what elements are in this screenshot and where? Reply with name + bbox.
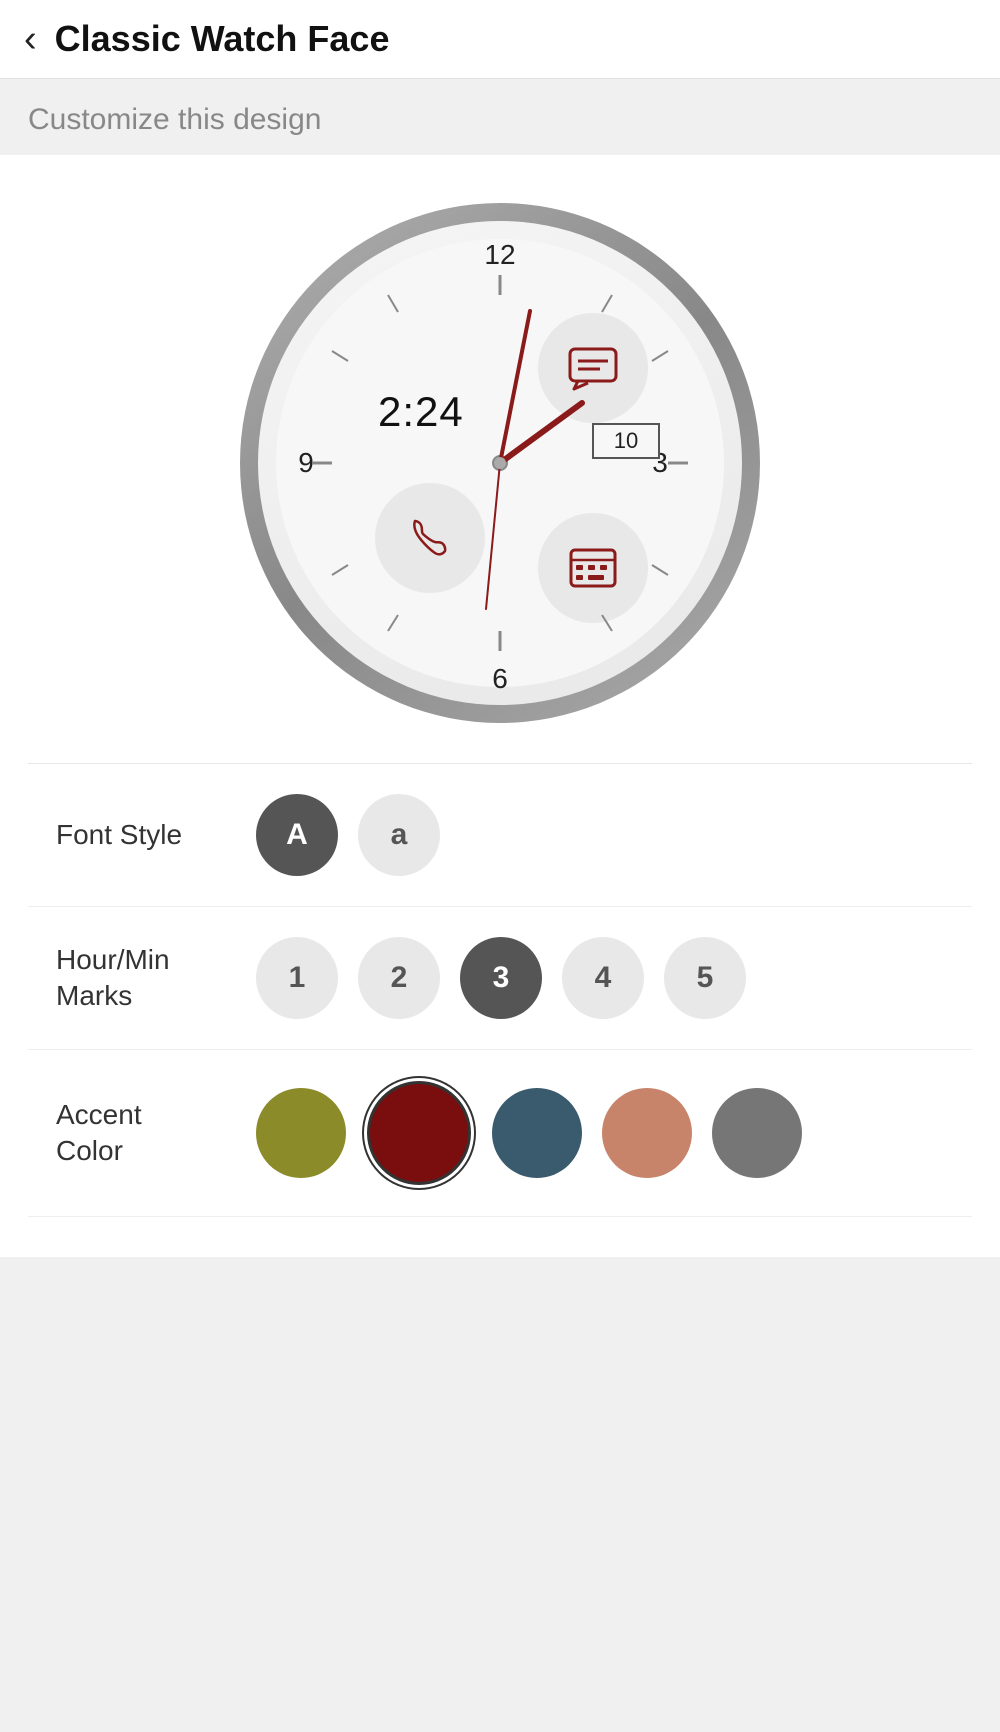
marks-option-1[interactable]: 1 xyxy=(256,937,338,1019)
clock-hands-svg xyxy=(276,239,724,687)
marks-option-3[interactable]: 3 xyxy=(460,937,542,1019)
clock-face: 12 3 6 9 10 2:24 xyxy=(240,203,760,723)
clock-preview: 12 3 6 9 10 2:24 xyxy=(28,183,972,763)
accent-color-choices xyxy=(256,1080,802,1186)
marks-option-5[interactable]: 5 xyxy=(664,937,746,1019)
accent-color-gray[interactable] xyxy=(712,1088,802,1178)
accent-color-label: Accent Color xyxy=(56,1097,256,1170)
accent-color-olive[interactable] xyxy=(256,1088,346,1178)
font-style-row: Font Style A a xyxy=(28,764,972,907)
font-style-choices: A a xyxy=(256,794,440,876)
hour-min-marks-row: Hour/Min Marks 1 2 3 4 5 xyxy=(28,907,972,1050)
bottom-area xyxy=(0,1257,1000,1357)
hour-min-marks-choices: 1 2 3 4 5 xyxy=(256,937,746,1019)
subtitle-text: Customize this design xyxy=(28,103,321,136)
hour-min-marks-label: Hour/Min Marks xyxy=(56,942,256,1015)
subtitle-bar: Customize this design xyxy=(0,79,1000,155)
accent-color-teal[interactable] xyxy=(492,1088,582,1178)
font-style-option-A[interactable]: A xyxy=(256,794,338,876)
accent-color-peach[interactable] xyxy=(602,1088,692,1178)
font-style-option-a[interactable]: a xyxy=(358,794,440,876)
back-button[interactable]: ‹ xyxy=(24,20,37,58)
accent-color-red[interactable] xyxy=(366,1080,472,1186)
main-card: 12 3 6 9 10 2:24 xyxy=(0,155,1000,1257)
marks-option-4[interactable]: 4 xyxy=(562,937,644,1019)
header: ‹ Classic Watch Face xyxy=(0,0,1000,79)
marks-option-2[interactable]: 2 xyxy=(358,937,440,1019)
page-title: Classic Watch Face xyxy=(55,18,390,60)
accent-color-row: Accent Color xyxy=(28,1050,972,1217)
font-style-label: Font Style xyxy=(56,817,256,853)
